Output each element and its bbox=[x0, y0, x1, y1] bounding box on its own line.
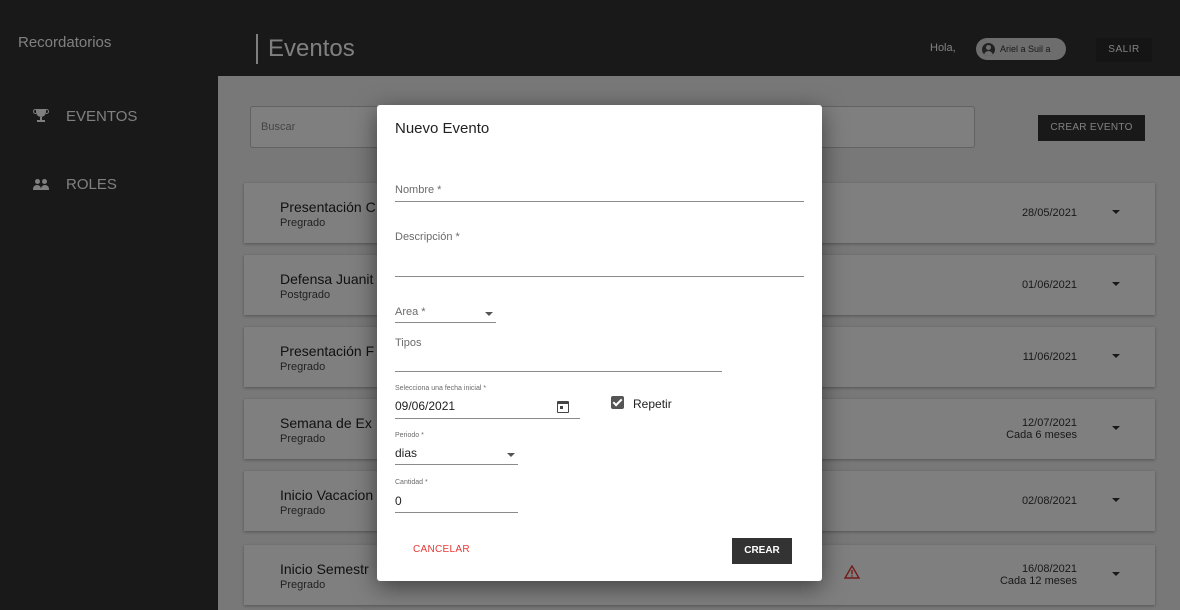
fecha-value: 09/06/2021 bbox=[395, 399, 456, 413]
dialog-title: Nuevo Evento bbox=[395, 120, 490, 137]
descripcion-label: Descripción * bbox=[395, 231, 460, 243]
cantidad-label: Cantidad * bbox=[395, 479, 428, 486]
area-label: Area * bbox=[395, 306, 426, 318]
area-select[interactable]: Area * bbox=[395, 302, 496, 323]
fecha-label: Selecciona una fecha inicial * bbox=[395, 385, 487, 392]
calendar-icon[interactable] bbox=[557, 401, 569, 413]
tipos-field[interactable]: Tipos bbox=[395, 335, 722, 372]
descripcion-field[interactable]: Descripción * bbox=[395, 229, 804, 277]
dropdown-caret-icon bbox=[485, 312, 493, 316]
new-event-dialog: Nuevo Evento Nombre * Descripción * Area… bbox=[377, 105, 822, 581]
repetir-label[interactable]: Repetir bbox=[633, 397, 672, 411]
cancel-button[interactable]: CANCELAR bbox=[413, 544, 470, 555]
nombre-label: Nombre * bbox=[395, 184, 442, 196]
dropdown-caret-icon bbox=[507, 453, 515, 457]
periodo-select[interactable]: Periodo * dias bbox=[395, 431, 518, 465]
cantidad-field[interactable]: Cantidad * 0 bbox=[395, 478, 518, 513]
tipos-label: Tipos bbox=[395, 337, 422, 349]
fecha-field[interactable]: Selecciona una fecha inicial * 09/06/202… bbox=[395, 384, 580, 419]
cantidad-value: 0 bbox=[395, 494, 402, 508]
repetir-checkbox[interactable] bbox=[611, 396, 624, 409]
periodo-label: Periodo * bbox=[395, 432, 424, 439]
create-button[interactable]: CREAR bbox=[732, 538, 792, 564]
periodo-value: dias bbox=[395, 446, 418, 460]
nombre-field[interactable]: Nombre * bbox=[395, 179, 804, 202]
